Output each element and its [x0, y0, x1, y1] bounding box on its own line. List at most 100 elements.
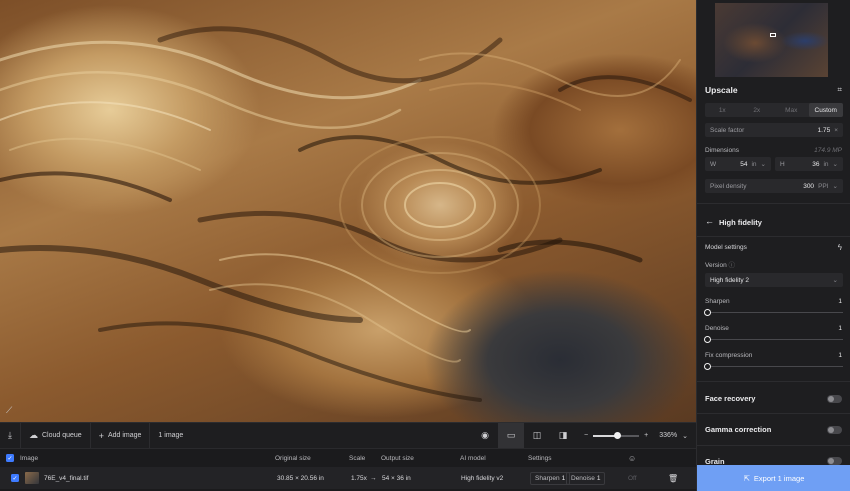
- zoom-control: − + 336% ⌄: [576, 431, 696, 440]
- plus-icon: +: [98, 430, 104, 441]
- add-image-label: Add image: [107, 432, 142, 439]
- select-all-checkbox[interactable]: ✓: [6, 454, 14, 462]
- back-arrow-icon[interactable]: ←: [705, 216, 714, 226]
- gamma-correction-toggle[interactable]: [827, 426, 842, 434]
- viewport-indicator[interactable]: [770, 33, 776, 37]
- scale-option-2x[interactable]: 2x: [740, 103, 775, 117]
- split-view-button[interactable]: ◫: [524, 423, 550, 449]
- image-count-label: 1 image: [158, 432, 184, 439]
- height-field[interactable]: H 36 in ⌄: [775, 157, 843, 171]
- arrow-right-icon: →: [370, 474, 377, 482]
- grain-toggle[interactable]: [827, 457, 842, 465]
- scale-option-1x[interactable]: 1x: [705, 103, 740, 117]
- dimensions-label: Dimensions: [705, 147, 739, 154]
- scale-factor-value: 1.75: [817, 126, 831, 134]
- info-icon: ⓘ: [728, 262, 736, 269]
- zoom-knob[interactable]: [614, 431, 622, 439]
- export-label: Export 1 image: [753, 473, 805, 483]
- export-button[interactable]: ⇱ Export 1 image: [697, 465, 850, 491]
- denoise-chip: Denoise 1: [566, 472, 606, 485]
- height-value: 36: [812, 160, 820, 168]
- pixel-density-field[interactable]: Pixel density 300 PPI ⌄: [705, 179, 843, 193]
- sharpen-chip: Sharpen 1: [530, 472, 571, 485]
- version-value: High fidelity 2: [710, 276, 750, 284]
- version-select[interactable]: High fidelity 2 ⌄: [705, 273, 843, 287]
- header-output-size: Output size: [381, 454, 414, 462]
- trash-icon[interactable]: 🗑: [668, 474, 678, 483]
- chevron-down-icon[interactable]: ⌄: [833, 182, 838, 190]
- original-size: 30.85 × 20.56 in: [277, 474, 324, 482]
- denoise-label: Denoise: [705, 325, 729, 332]
- model-settings-label: Model settings: [705, 244, 747, 251]
- scale-option-max[interactable]: Max: [774, 103, 809, 117]
- single-view-icon: ▭: [506, 430, 516, 440]
- denoise-slider[interactable]: [704, 336, 843, 343]
- pixel-density-label: Pixel density: [710, 182, 747, 190]
- face-recovery-toggle[interactable]: [827, 395, 842, 403]
- eye-icon: ◉: [481, 430, 489, 440]
- width-field[interactable]: W 54 in ⌄: [705, 157, 771, 171]
- compare-icon[interactable]: ⟋: [6, 405, 12, 416]
- output-size: 54 × 36 in: [382, 474, 411, 482]
- download-icon: ⤓: [8, 430, 12, 440]
- image-canvas[interactable]: ⟋: [0, 0, 696, 422]
- bottom-toolbar: ⤓ ☁ Cloud queue + Add image 1 image ◉ ▭ …: [0, 422, 696, 449]
- header-scale: Scale: [349, 454, 366, 462]
- file-list: ✓ Image Original size Scale Output size …: [0, 448, 696, 491]
- header-settings: Settings: [528, 454, 552, 462]
- chevron-down-icon[interactable]: ⌄: [761, 160, 766, 168]
- cloud-queue-button[interactable]: ☁ Cloud queue: [21, 423, 91, 448]
- table-row[interactable]: ✓ 76E_v4_final.tif 30.85 × 20.56 in 1.75…: [0, 467, 696, 489]
- fix-compression-knob[interactable]: [704, 363, 711, 370]
- add-image-button[interactable]: + Add image: [91, 423, 151, 448]
- denoise-value: 1: [838, 325, 842, 332]
- chevron-down-icon: ⌄: [832, 277, 838, 284]
- scale-option-custom[interactable]: Custom: [808, 103, 843, 117]
- file-name: 76E_v4_final.tif: [44, 474, 89, 482]
- preview-toggle-button[interactable]: ◉: [472, 423, 498, 449]
- lightning-icon[interactable]: ϟ: [838, 243, 842, 252]
- cloud-queue-label: Cloud queue: [41, 432, 82, 439]
- side-by-side-button[interactable]: ◨: [550, 423, 576, 449]
- zoom-slider[interactable]: [593, 431, 640, 439]
- crop-icon[interactable]: ⌗: [837, 85, 842, 95]
- sharpen-slider[interactable]: [704, 309, 843, 316]
- rock-texture: [0, 26, 692, 402]
- scale-factor-field[interactable]: Scale factor 1.75 ×: [705, 123, 843, 137]
- width-label: W: [710, 160, 717, 168]
- settings-panel: Upscale ⌗ 1x 2x Max Custom Scale factor …: [696, 0, 850, 491]
- single-view-button[interactable]: ▭: [498, 422, 525, 449]
- zoom-level[interactable]: 336%: [659, 432, 677, 439]
- split-view-icon: ◫: [532, 430, 542, 440]
- pixel-density-value: 300: [803, 182, 815, 190]
- denoise-knob[interactable]: [704, 336, 711, 343]
- pixel-density-unit: PPI: [818, 182, 829, 190]
- model-title: High fidelity: [719, 218, 762, 227]
- upscale-title: Upscale: [705, 85, 738, 95]
- zoom-out-icon[interactable]: −: [584, 432, 588, 439]
- image-count: 1 image: [150, 423, 191, 448]
- side-by-side-icon: ◨: [558, 430, 568, 440]
- divider: [697, 413, 850, 414]
- scale-value: 1.75x: [351, 474, 367, 482]
- row-checkbox[interactable]: ✓: [11, 474, 19, 482]
- sharpen-value: 1: [838, 298, 842, 305]
- thumbnail: [25, 472, 39, 484]
- fix-compression-slider[interactable]: [704, 363, 843, 370]
- sharpen-knob[interactable]: [704, 309, 711, 316]
- chevron-down-icon[interactable]: ⌄: [682, 432, 688, 440]
- height-unit: in: [823, 160, 829, 168]
- dimensions-mp: 174.9 MP: [814, 147, 842, 154]
- chevron-down-icon[interactable]: ⌄: [833, 160, 838, 168]
- width-unit: in: [751, 160, 757, 168]
- cloud-icon: ☁: [28, 430, 38, 440]
- scale-factor-unit: ×: [834, 126, 838, 134]
- version-label: Version ⓘ: [705, 262, 736, 269]
- header-original-size: Original size: [275, 454, 311, 462]
- export-icon: ⇱: [743, 473, 750, 483]
- header-image: Image: [20, 454, 39, 462]
- width-value: 54: [740, 160, 748, 168]
- zoom-in-icon[interactable]: +: [644, 432, 648, 439]
- navigator-preview[interactable]: [715, 3, 828, 77]
- download-button[interactable]: ⤓: [0, 423, 21, 448]
